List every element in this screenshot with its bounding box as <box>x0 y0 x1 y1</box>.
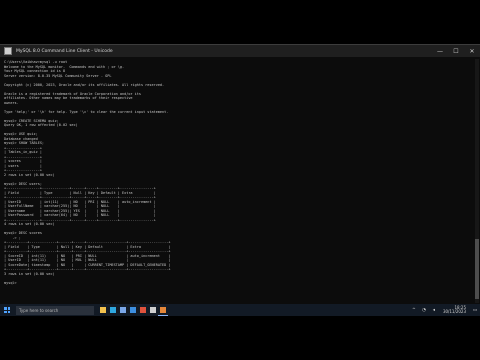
taskbar-app-chrome[interactable] <box>138 304 148 316</box>
chevron-up-icon[interactable]: ^ <box>411 307 417 313</box>
scrollbar-thumb[interactable] <box>475 239 479 299</box>
mysql-app-icon <box>4 47 12 55</box>
taskbar-app-edge[interactable] <box>108 304 118 316</box>
start-button[interactable] <box>0 304 14 316</box>
window-title: MySQL 8.0 Command Line Client - Unicode <box>16 48 113 54</box>
terminal-line: mysql> <box>4 280 19 285</box>
close-button[interactable]: ✕ <box>464 45 480 57</box>
mysql-terminal-window[interactable]: MySQL 8.0 Command Line Client - Unicode … <box>0 44 480 305</box>
mysql-icon <box>160 306 166 313</box>
system-tray: ^ ◔ ◂ 18:25 30/11/2023 ▭ <box>409 304 480 316</box>
taskbar-app-mail[interactable] <box>128 304 138 316</box>
minimize-button[interactable]: — <box>432 45 448 57</box>
taskbar-app-file-explorer[interactable] <box>98 304 108 316</box>
chrome-icon <box>140 307 146 313</box>
notifications-icon[interactable]: ▭ <box>472 307 478 313</box>
terminal-output[interactable]: C:\Users\Vaibhav>mysql -u root Welcome to… <box>4 60 474 303</box>
volume-icon[interactable]: ◂ <box>431 307 437 313</box>
taskbar-app-store[interactable] <box>118 304 128 316</box>
maximize-button[interactable]: ☐ <box>448 45 464 57</box>
edge-icon <box>110 307 116 313</box>
clock-date: 30/11/2023 <box>442 309 466 314</box>
search-placeholder: Type here to search <box>19 307 59 313</box>
windows-logo-icon <box>4 307 10 313</box>
wifi-icon[interactable]: ◔ <box>421 307 427 313</box>
store-icon <box>120 307 126 313</box>
title-bar[interactable]: MySQL 8.0 Command Line Client - Unicode … <box>0 45 480 57</box>
taskbar: Type here to search ^ ◔ ◂ 18:25 30/11/20… <box>0 304 480 316</box>
clock[interactable]: 18:25 30/11/2023 <box>442 305 466 315</box>
taskbar-search-box[interactable]: Type here to search <box>16 305 94 315</box>
taskbar-app-mysql[interactable] <box>158 304 168 316</box>
file-explorer-icon <box>100 307 106 313</box>
mail-icon <box>130 307 136 313</box>
taskbar-app-terminal[interactable] <box>148 304 158 316</box>
terminal-icon <box>150 307 156 313</box>
vertical-scrollbar[interactable] <box>475 59 479 303</box>
